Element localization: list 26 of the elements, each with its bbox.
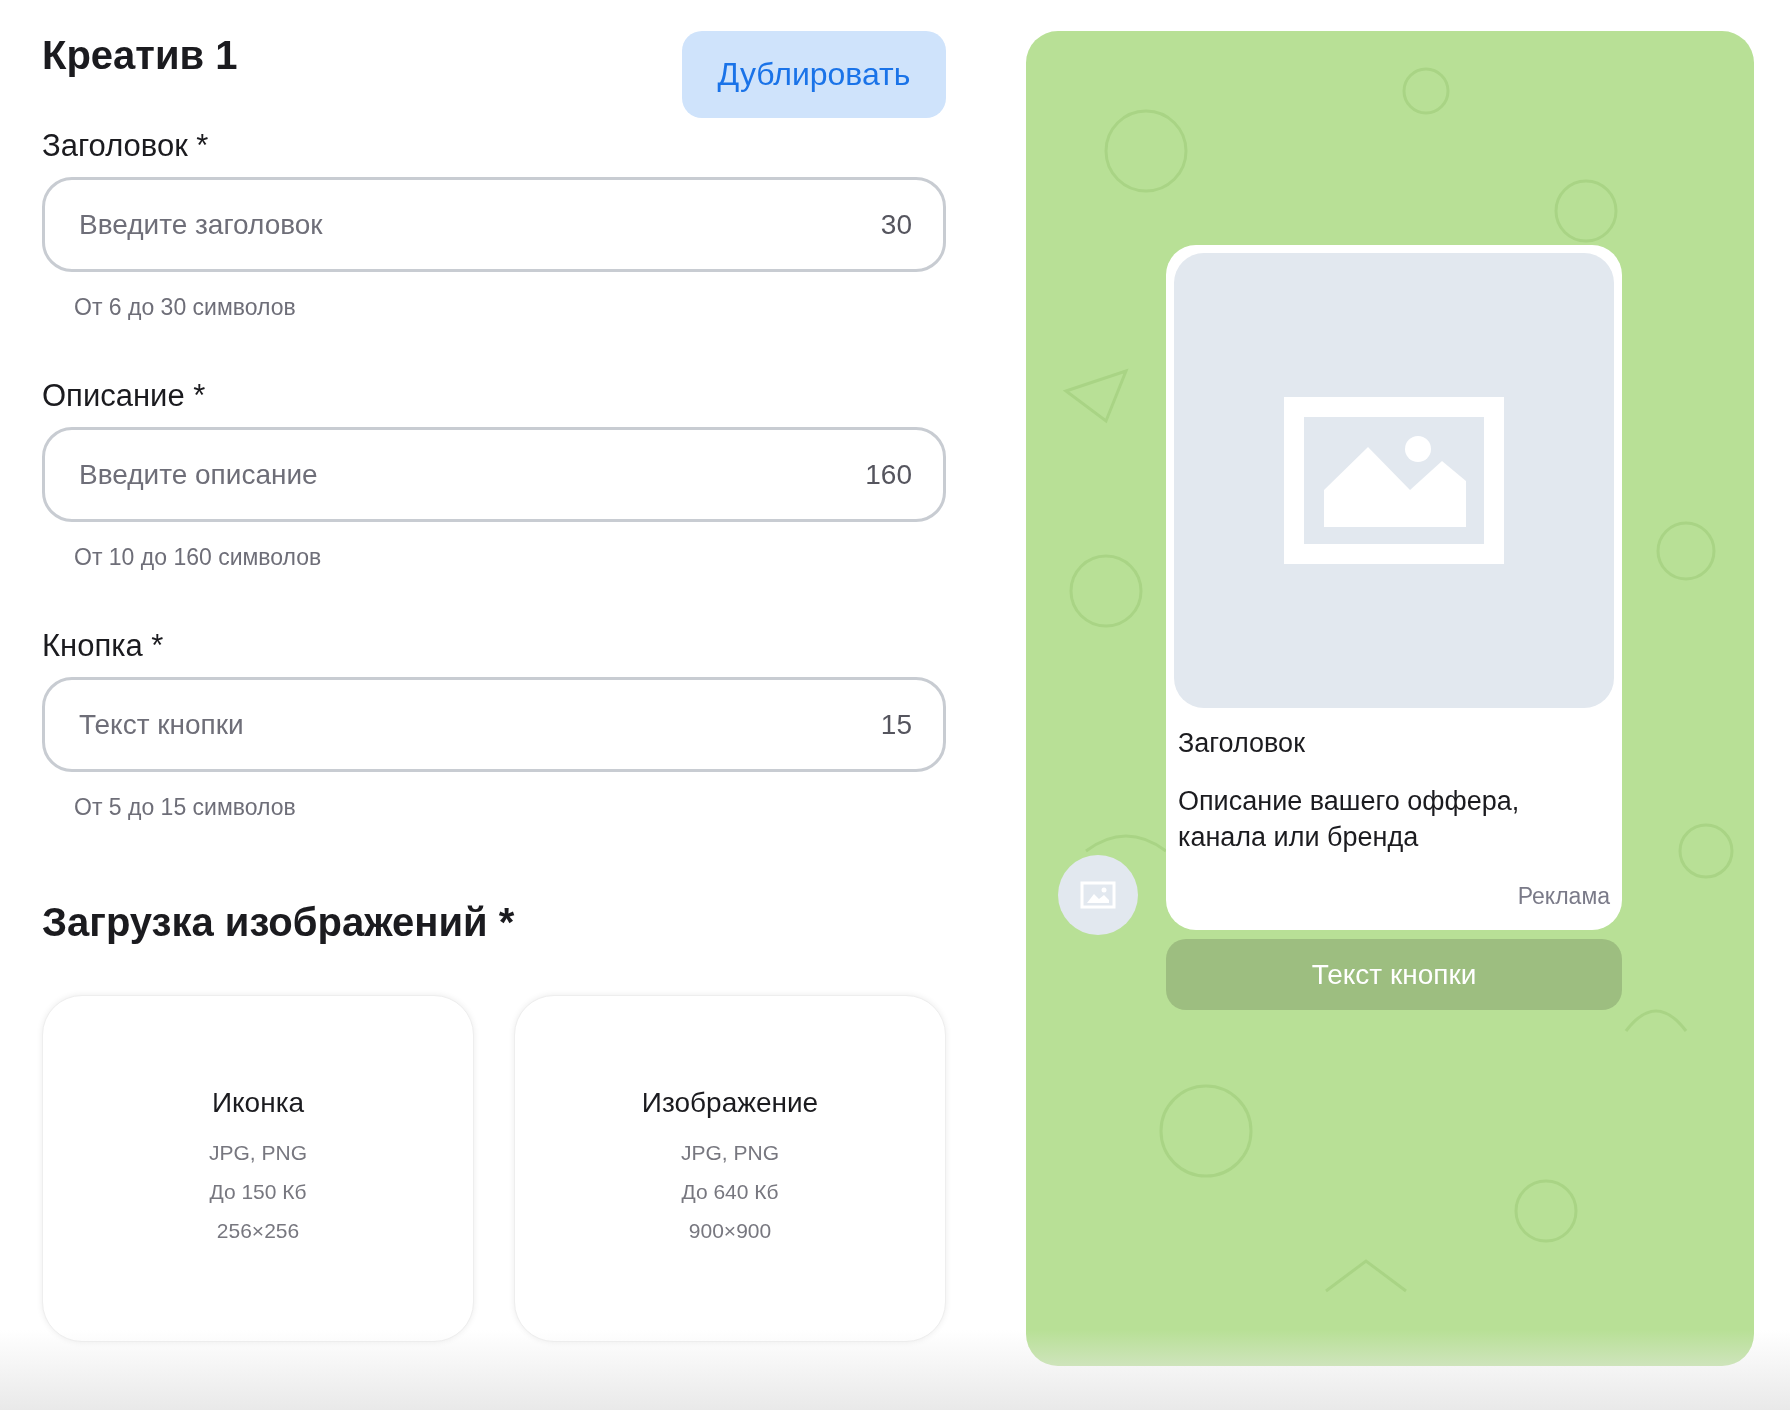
preview-title: Заголовок xyxy=(1178,728,1306,759)
field-hint: От 10 до 160 символов xyxy=(74,544,323,571)
character-counter: 160 xyxy=(865,458,912,491)
character-counter: 15 xyxy=(880,708,912,741)
ad-label: Реклама xyxy=(1517,883,1610,910)
field-label: Кнопка * xyxy=(42,628,165,664)
image-icon xyxy=(1080,881,1116,909)
upload-card[interactable]: Изображение JPG, PNG До 640 Кб 900×900 xyxy=(514,995,946,1342)
preview-description: Описание вашего оффера, канала или бренда xyxy=(1178,785,1521,854)
upload-card[interactable]: Иконка JPG, PNG До 150 Кб 256×256 xyxy=(42,995,474,1342)
field-hint: От 6 до 30 символов xyxy=(74,294,297,321)
upload-requirement: 900×900 xyxy=(688,1218,772,1244)
upload-requirement: JPG, PNG xyxy=(681,1140,779,1166)
field-label: Заголовок * xyxy=(42,128,210,164)
upload-card-title: Иконка xyxy=(211,1087,305,1119)
upload-requirement: JPG, PNG xyxy=(209,1140,307,1166)
creative-title: Креатив 1 xyxy=(42,32,238,79)
upload-title: Загрузка изображений * xyxy=(42,900,516,945)
field-hint: От 5 до 15 символов xyxy=(74,794,297,821)
field-label: Описание * xyxy=(42,378,207,414)
image-icon xyxy=(1284,397,1504,564)
character-counter: 30 xyxy=(880,208,912,241)
upload-requirement: До 640 Кб xyxy=(681,1179,779,1205)
upload-requirement: 256×256 xyxy=(216,1218,300,1244)
upload-requirement: До 150 Кб xyxy=(209,1179,307,1205)
upload-card-title: Изображение xyxy=(641,1087,819,1119)
